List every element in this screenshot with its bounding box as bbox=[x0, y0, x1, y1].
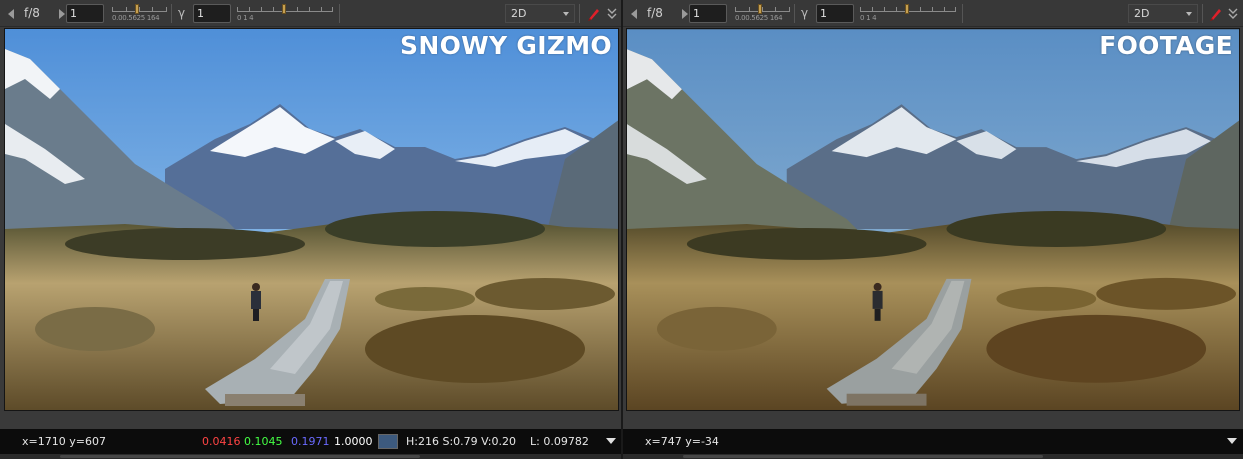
expand-chevrons-icon[interactable] bbox=[1227, 5, 1239, 22]
cursor-coordinates: x=747 y=-34 bbox=[645, 435, 719, 448]
gamma-input[interactable]: 1 bbox=[816, 4, 854, 23]
toolbar-separator bbox=[794, 4, 795, 23]
color-picker-icon[interactable] bbox=[586, 5, 602, 22]
toolbar-separator bbox=[171, 4, 172, 23]
expand-chevrons-icon[interactable] bbox=[606, 5, 618, 22]
viewer-toolbar: f/8 1 0.00.5625 164 γ 1 0 1 4 2D bbox=[623, 0, 1243, 27]
fstop-label: f/8 bbox=[647, 6, 663, 20]
fstop-label: f/8 bbox=[24, 6, 40, 20]
fstop-decrease-arrow-icon[interactable] bbox=[629, 0, 639, 27]
gamma-slider-ticks: 0 1 4 bbox=[860, 14, 877, 22]
luminance-readout: L: 0.09782 bbox=[530, 435, 589, 448]
red-channel-value: 0.0416 bbox=[202, 435, 241, 448]
gamma-slider[interactable]: 0 1 4 bbox=[237, 4, 333, 24]
pixel-info-bar: x=1710 y=607 0.0416 0.1045 0.1971 1.0000… bbox=[0, 429, 621, 454]
gamma-slider-knob[interactable] bbox=[282, 4, 286, 14]
view-mode-dropdown[interactable]: 2D bbox=[505, 4, 575, 23]
gain-slider-ticks: 0.00.5625 164 bbox=[112, 14, 160, 22]
chevron-down-icon[interactable] bbox=[606, 438, 616, 444]
hsv-readout: H:216 S:0.79 V:0.20 bbox=[406, 435, 516, 448]
view-mode-value: 2D bbox=[1134, 7, 1150, 20]
chevron-down-icon[interactable] bbox=[1227, 438, 1237, 444]
gamma-slider[interactable]: 0 1 4 bbox=[860, 4, 956, 24]
gain-slider-knob[interactable] bbox=[135, 4, 139, 14]
fstop-decrease-arrow-icon[interactable] bbox=[6, 0, 16, 27]
overlay-title: SNOWY GIZMO bbox=[400, 31, 612, 60]
toolbar-separator bbox=[1202, 4, 1203, 23]
viewer-background bbox=[623, 411, 1243, 429]
viewer-background bbox=[0, 411, 621, 429]
toolbar-separator bbox=[962, 4, 963, 23]
viewer-scrollbar[interactable] bbox=[683, 455, 1043, 458]
color-swatch bbox=[378, 434, 398, 449]
overlay-title: FOOTAGE bbox=[1099, 31, 1233, 60]
viewer-image[interactable]: SNOWY GIZMO bbox=[4, 28, 619, 411]
gamma-slider-ticks: 0 1 4 bbox=[237, 14, 254, 22]
cursor-coordinates: x=1710 y=607 bbox=[22, 435, 106, 448]
gamma-label: γ bbox=[178, 6, 186, 20]
chevron-down-icon bbox=[1186, 12, 1192, 16]
pixel-info-bar: x=747 y=-34 bbox=[623, 429, 1243, 454]
gain-slider-ticks: 0.00.5625 164 bbox=[735, 14, 783, 22]
viewer-panel-left: f/8 1 0.00.5625 164 γ 1 0 1 4 2D SNOWY G… bbox=[0, 0, 621, 459]
gamma-label: γ bbox=[801, 6, 809, 20]
gamma-input[interactable]: 1 bbox=[193, 4, 231, 23]
gain-input[interactable]: 1 bbox=[66, 4, 104, 23]
chevron-down-icon bbox=[563, 12, 569, 16]
color-picker-icon[interactable] bbox=[1208, 5, 1224, 22]
gain-input[interactable]: 1 bbox=[689, 4, 727, 23]
view-mode-dropdown[interactable]: 2D bbox=[1128, 4, 1198, 23]
view-mode-value: 2D bbox=[511, 7, 527, 20]
gain-slider-knob[interactable] bbox=[758, 4, 762, 14]
gamma-slider-knob[interactable] bbox=[905, 4, 909, 14]
blue-channel-value: 0.1971 bbox=[291, 435, 330, 448]
viewer-panel-right: f/8 1 0.00.5625 164 γ 1 0 1 4 2D FOOTAGE… bbox=[623, 0, 1243, 459]
viewer-toolbar: f/8 1 0.00.5625 164 γ 1 0 1 4 2D bbox=[0, 0, 621, 27]
alpha-channel-value: 1.0000 bbox=[334, 435, 373, 448]
green-channel-value: 0.1045 bbox=[244, 435, 283, 448]
toolbar-separator bbox=[339, 4, 340, 23]
toolbar-separator bbox=[579, 4, 580, 23]
viewer-image[interactable]: FOOTAGE bbox=[626, 28, 1240, 411]
gain-slider[interactable]: 0.00.5625 164 bbox=[735, 4, 790, 24]
gain-slider[interactable]: 0.00.5625 164 bbox=[112, 4, 167, 24]
viewer-scrollbar[interactable] bbox=[60, 455, 420, 458]
